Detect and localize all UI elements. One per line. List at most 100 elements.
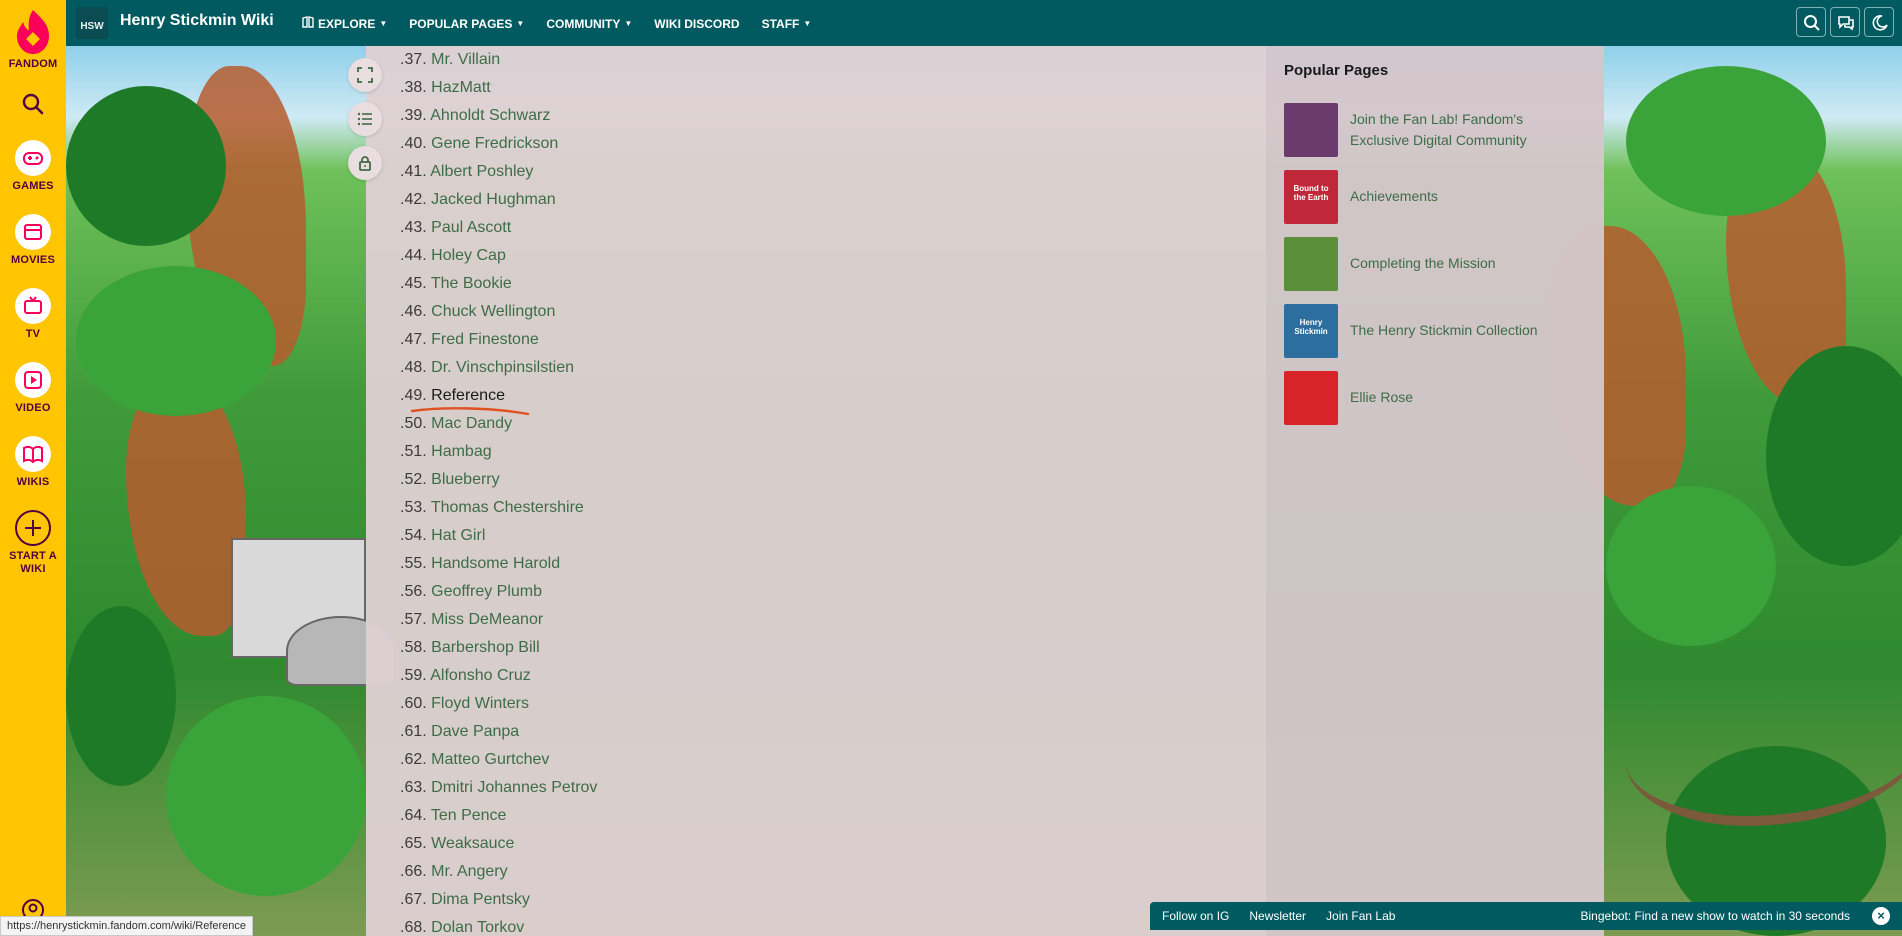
- popular-page-label[interactable]: Join the Fan Lab! Fandom's Exclusive Dig…: [1350, 109, 1584, 151]
- character-link[interactable]: Albert Poshley: [430, 163, 533, 180]
- popular-page-thumbnail[interactable]: [1284, 236, 1338, 291]
- character-link[interactable]: Dolan Torkov: [431, 919, 524, 936]
- popular-pages-title: Popular Pages: [1284, 62, 1389, 79]
- character-link[interactable]: Dave Panpa: [431, 723, 519, 740]
- discussions-icon: [1838, 16, 1854, 31]
- character-link[interactable]: Dima Pentsky: [431, 891, 530, 908]
- character-link[interactable]: Ahnoldt Schwarz: [430, 107, 550, 124]
- popular-page-label[interactable]: Achievements: [1350, 186, 1438, 207]
- popular-page-label[interactable]: The Henry Stickmin Collection: [1350, 320, 1538, 341]
- character-link[interactable]: Hat Girl: [431, 527, 485, 544]
- character-link[interactable]: Gene Fredrickson: [431, 135, 558, 152]
- character-link[interactable]: Hambag: [431, 443, 491, 460]
- popular-page-item[interactable]: Join the Fan Lab! Fandom's Exclusive Dig…: [1284, 96, 1584, 163]
- list-item: .38. HazMatt: [400, 74, 597, 102]
- list-item: .61. Dave Panpa: [400, 718, 597, 746]
- list-item-number: .39.: [400, 107, 427, 124]
- character-link[interactable]: Dmitri Johannes Petrov: [431, 779, 597, 796]
- fandom-logo[interactable]: [13, 8, 53, 58]
- rail-item-start-a-wiki[interactable]: START A WIKI: [0, 510, 66, 576]
- discussions-button[interactable]: [1830, 7, 1860, 37]
- character-link[interactable]: Chuck Wellington: [431, 303, 555, 320]
- newsletter-link[interactable]: Newsletter: [1249, 909, 1306, 923]
- popular-page-item[interactable]: Henry Stickmin The Henry Stickmin Collect…: [1284, 297, 1584, 364]
- fandom-flame-icon: [17, 10, 49, 54]
- fullscreen-button[interactable]: [348, 58, 382, 92]
- character-link[interactable]: Fred Finestone: [431, 331, 539, 348]
- rail-item-tv[interactable]: TV: [0, 288, 66, 340]
- character-link[interactable]: Paul Ascott: [431, 219, 511, 236]
- popular-page-thumbnail[interactable]: [1284, 370, 1338, 425]
- search-button[interactable]: [0, 92, 66, 116]
- popular-page-label[interactable]: Ellie Rose: [1350, 387, 1413, 408]
- nav-staff-label: STAFF: [761, 16, 800, 31]
- rail-item-movies[interactable]: MOVIES: [0, 214, 66, 266]
- character-link[interactable]: Miss DeMeanor: [431, 611, 543, 628]
- wiki-title[interactable]: Henry Stickmin Wiki: [120, 12, 274, 30]
- list-item-number: .49.: [400, 387, 427, 404]
- character-link[interactable]: HazMatt: [431, 79, 491, 96]
- nav-popular-pages[interactable]: POPULAR PAGES ▼: [409, 16, 524, 31]
- character-link[interactable]: Mr. Villain: [431, 51, 500, 68]
- list-item-number: .42.: [400, 191, 427, 208]
- chevron-down-icon: ▼: [624, 19, 633, 28]
- list-item-number: .62.: [400, 751, 427, 768]
- nav-staff[interactable]: STAFF ▼: [762, 16, 812, 31]
- explore-icon: [302, 16, 314, 31]
- character-link[interactable]: Handsome Harold: [431, 555, 560, 572]
- popular-page-item[interactable]: Ellie Rose: [1284, 364, 1584, 431]
- table-of-contents-button[interactable]: [348, 102, 382, 136]
- character-link[interactable]: Weaksauce: [431, 835, 514, 852]
- list-item-number: .57.: [400, 611, 427, 628]
- character-link[interactable]: Blueberry: [431, 471, 499, 488]
- dark-mode-icon: [1872, 15, 1888, 31]
- list-item-number: .68.: [400, 919, 427, 936]
- popular-page-thumbnail[interactable]: Bound to the Earth: [1284, 169, 1338, 224]
- list-item-number: .64.: [400, 807, 427, 824]
- close-icon[interactable]: ×: [1872, 907, 1890, 925]
- nav-community[interactable]: COMMUNITY ▼: [546, 16, 632, 31]
- character-link[interactable]: Holey Cap: [431, 247, 506, 264]
- character-link[interactable]: Jacked Hughman: [431, 191, 556, 208]
- dark-mode-button[interactable]: [1864, 7, 1894, 37]
- popular-page-item[interactable]: Bound to the Earth Achievements: [1284, 163, 1584, 230]
- character-link[interactable]: Mr. Angery: [431, 863, 507, 880]
- character-link[interactable]: Floyd Winters: [431, 695, 529, 712]
- fandom-global-nav: FANDOM GAMES MOVIES TV VIDEO WIKIS START…: [0, 0, 66, 936]
- character-link[interactable]: Barbershop Bill: [431, 639, 540, 656]
- character-link[interactable]: Ten Pence: [431, 807, 507, 824]
- character-link[interactable]: Matteo Gurtchev: [431, 751, 549, 768]
- popular-page-item[interactable]: Completing the Mission: [1284, 230, 1584, 297]
- character-link[interactable]: The Bookie: [431, 275, 512, 292]
- join-fan-lab-link[interactable]: Join Fan Lab: [1326, 909, 1395, 923]
- popular-page-thumbnail[interactable]: [1284, 102, 1338, 157]
- protection-lock-button[interactable]: [348, 146, 382, 180]
- popular-page-label[interactable]: Completing the Mission: [1350, 253, 1496, 274]
- wiki-header: HSW Henry Stickmin Wiki EXPLORE ▼ POPULA…: [66, 0, 1902, 46]
- list-item-number: .46.: [400, 303, 427, 320]
- rail-item-games[interactable]: GAMES: [0, 140, 66, 192]
- chevron-down-icon: ▼: [516, 19, 525, 28]
- nav-wiki-discord[interactable]: WIKI DISCORD: [654, 16, 739, 31]
- nav-explore-label: EXPLORE: [318, 16, 376, 31]
- wiki-logo[interactable]: HSW: [76, 7, 108, 39]
- character-link[interactable]: Reference: [431, 387, 505, 404]
- rail-label-wikis: WIKIS: [16, 476, 50, 488]
- rail-item-video[interactable]: VIDEO: [0, 362, 66, 414]
- bingebot-link[interactable]: Bingebot: Find a new show to watch in 30…: [1581, 909, 1851, 923]
- follow-on-ig-link[interactable]: Follow on IG: [1162, 909, 1229, 923]
- character-link[interactable]: Thomas Chestershire: [431, 499, 584, 516]
- list-item-number: .67.: [400, 891, 427, 908]
- list-item-number: .56.: [400, 583, 427, 600]
- nav-explore[interactable]: EXPLORE ▼: [302, 16, 387, 31]
- character-link[interactable]: Geoffrey Plumb: [431, 583, 542, 600]
- character-link[interactable]: Dr. Vinschpinsilstien: [431, 359, 574, 376]
- bottom-links: Follow on IG Newsletter Join Fan Lab: [1162, 909, 1395, 923]
- rail-item-wikis[interactable]: WIKIS: [0, 436, 66, 488]
- popular-page-thumbnail[interactable]: Henry Stickmin: [1284, 303, 1338, 358]
- header-search-button[interactable]: [1796, 7, 1826, 37]
- rail-label-games: GAMES: [12, 180, 54, 192]
- thumbnail-text: Bound to the Earth: [1293, 183, 1329, 202]
- popular-pages-list: Join the Fan Lab! Fandom's Exclusive Dig…: [1284, 96, 1584, 431]
- character-link[interactable]: Alfonsho Cruz: [430, 667, 531, 684]
